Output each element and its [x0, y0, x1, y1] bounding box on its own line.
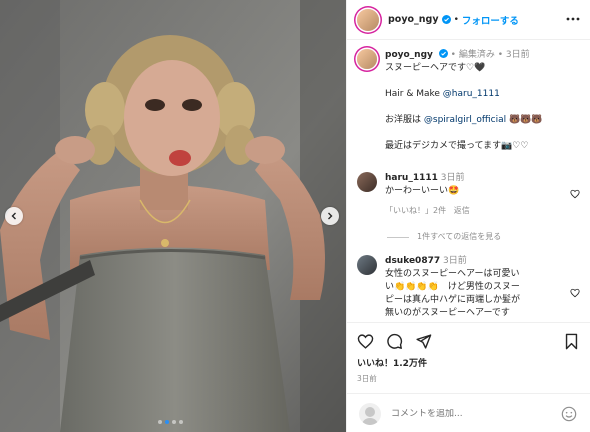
carousel-prev-button[interactable]: [5, 207, 23, 225]
post-window: poyo_ngy • フォローする poyo_ngy • 編集済み • 3日前 …: [0, 0, 590, 432]
heart-icon[interactable]: [570, 288, 580, 298]
comment-body: dsuke0877 3日前 女性のスヌーピーヘアーは可愛い い👏👏👏👏 けど男性…: [385, 255, 520, 319]
post-photo: [0, 0, 346, 432]
add-comment-bar: [347, 393, 590, 432]
caption-username[interactable]: poyo_ngy: [385, 50, 433, 60]
actions-bar: いいね！1.2万件 3日前: [347, 322, 590, 432]
commenter-avatar[interactable]: [357, 255, 377, 275]
comment-item: haru_1111 3日前 かーわーいーい🤩 「いいね！」2件 返信: [357, 172, 470, 217]
view-replies-row[interactable]: 1件すべての返信を見る: [387, 231, 501, 242]
caption-line-blank: [385, 127, 543, 140]
comment-age: 3日前: [442, 256, 467, 266]
share-icon[interactable]: [415, 333, 432, 350]
carousel-indicator: [158, 420, 183, 424]
post-panel: poyo_ngy • フォローする poyo_ngy • 編集済み • 3日前 …: [346, 0, 590, 432]
likes-count[interactable]: いいね！1.2万件: [357, 356, 427, 369]
replies-divider: [387, 237, 409, 242]
action-icons: [357, 333, 432, 350]
author-avatar[interactable]: [357, 8, 379, 31]
comment-text: かーわーいーい🤩: [385, 186, 460, 196]
caption-line-blank: [385, 75, 543, 88]
post-media[interactable]: [0, 0, 346, 432]
commenter-username[interactable]: haru_1111: [385, 173, 438, 183]
comment-item: dsuke0877 3日前 女性のスヌーピーヘアーは可愛い い👏👏👏👏 けど男性…: [357, 255, 520, 319]
mention-link[interactable]: @spiralgirl_official: [424, 115, 506, 125]
comment-text: 女性のスヌーピーヘアーは可愛い: [385, 269, 520, 279]
verified-badge-icon: [441, 15, 451, 24]
post-date: 3日前: [357, 374, 377, 383]
post-header: poyo_ngy • フォローする: [347, 0, 590, 40]
caption-avatar[interactable]: [357, 49, 377, 69]
carousel-next-button[interactable]: [321, 207, 339, 225]
comment-text: 無いのがスヌーピーヘアーです: [385, 308, 510, 318]
bookmark-icon[interactable]: [564, 333, 579, 350]
author-username[interactable]: poyo_ngy: [388, 14, 439, 25]
mention-link[interactable]: @haru_1111: [443, 89, 500, 99]
caption-row: poyo_ngy • 編集済み • 3日前 スヌーピーヘアです♡🖤 Hair &…: [357, 49, 543, 153]
carousel-dot-active: [165, 420, 169, 424]
viewer-avatar: [359, 402, 381, 425]
chevron-left-icon: [11, 212, 16, 220]
caption-age-separator: •: [497, 50, 504, 60]
comment-age: 3日前: [440, 173, 465, 183]
caption-edited: 編集済み: [458, 50, 495, 60]
commenter-avatar[interactable]: [357, 172, 377, 192]
reply-button[interactable]: 返信: [454, 206, 470, 215]
verified-badge-icon: [438, 49, 448, 58]
caption-line: スヌーピーヘアです♡🖤: [385, 63, 486, 73]
comment-text: い👏👏👏👏 けど男性のスヌー: [385, 282, 520, 292]
comments-list[interactable]: poyo_ngy • 編集済み • 3日前 スヌーピーヘアです♡🖤 Hair &…: [347, 41, 590, 319]
follow-button[interactable]: フォローする: [462, 13, 519, 27]
carousel-dot: [158, 420, 162, 424]
comment-icon[interactable]: [386, 333, 403, 350]
carousel-dot: [179, 420, 183, 424]
more-icon[interactable]: [566, 14, 580, 24]
caption-age: 3日前: [505, 50, 530, 60]
heart-icon[interactable]: [357, 333, 374, 350]
comment-body: haru_1111 3日前 かーわーいーい🤩 「いいね！」2件 返信: [385, 172, 470, 217]
caption-line: Hair & Make @haru_1111: [385, 89, 500, 99]
comment-like-count[interactable]: 「いいね！」2件: [385, 206, 446, 215]
comment-text: ピーは真ん中ハゲに両端しか髪が: [385, 295, 521, 305]
commenter-username[interactable]: dsuke0877: [385, 256, 440, 266]
caption-line-blank: [385, 101, 543, 114]
caption-line: お洋服は @spiralgirl_official 🐻🐻🐻: [385, 115, 543, 125]
chevron-right-icon: [328, 212, 333, 220]
heart-icon[interactable]: [570, 189, 580, 199]
header-separator: •: [453, 14, 459, 25]
caption-body: poyo_ngy • 編集済み • 3日前 スヌーピーヘアです♡🖤 Hair &…: [385, 49, 543, 153]
caption-edited-separator: •: [450, 50, 456, 60]
carousel-dot: [172, 420, 176, 424]
caption-line: 最近はデジカメで撮ってます📷♡♡: [385, 141, 529, 151]
emoji-icon[interactable]: [561, 406, 577, 422]
view-replies-link[interactable]: 1件すべての返信を見る: [417, 231, 501, 242]
